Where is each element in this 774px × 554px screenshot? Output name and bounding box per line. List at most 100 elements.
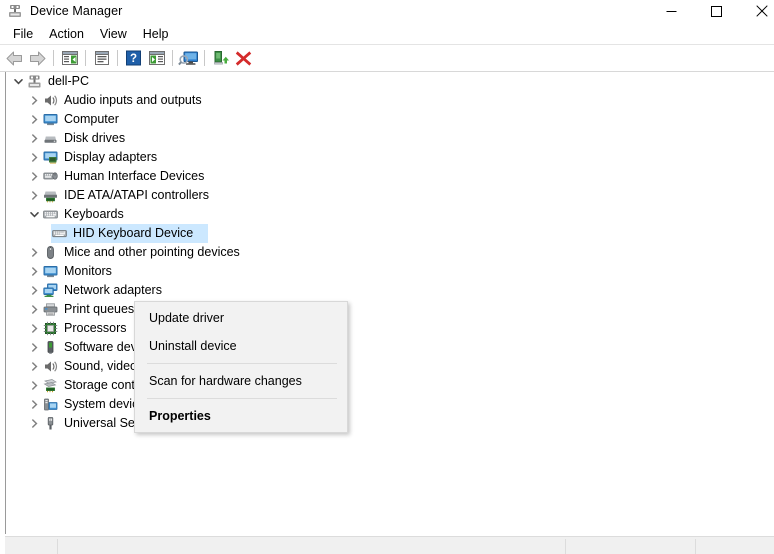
tree-node-mice-and-other-pointing-devices[interactable]: Mice and other pointing devices <box>6 243 774 262</box>
chevron-right-icon[interactable] <box>26 300 42 319</box>
chevron-right-icon[interactable] <box>26 129 42 148</box>
software-device-icon <box>42 340 59 356</box>
chevron-right-icon[interactable] <box>26 338 42 357</box>
chevron-right-icon[interactable] <box>26 243 42 262</box>
close-icon <box>755 5 768 17</box>
keyboard-device-icon <box>51 226 68 242</box>
properties-button[interactable] <box>90 47 113 69</box>
toolbar-separator <box>85 50 86 66</box>
context-menu-item-scan-for-hardware-changes[interactable]: Scan for hardware changes <box>135 367 347 395</box>
chevron-right-icon[interactable] <box>26 167 42 186</box>
chevron-right-icon[interactable] <box>26 91 42 110</box>
close-button[interactable] <box>739 0 774 22</box>
display-adapter-icon <box>42 150 59 166</box>
chevron-right-icon[interactable] <box>26 414 42 433</box>
chevron-right-icon[interactable] <box>26 395 42 414</box>
tree-node-computer[interactable]: Computer <box>6 110 774 129</box>
context-menu[interactable]: Update driver Uninstall device Scan for … <box>134 301 348 433</box>
toolbar-separator <box>172 50 173 66</box>
tree-node-label: Print queues <box>64 302 135 316</box>
status-bar-divider <box>565 539 566 554</box>
tree-node-processors[interactable]: Processors <box>6 319 774 338</box>
tree-node-ide-ata-atapi-controllers[interactable]: IDE ATA/ATAPI controllers <box>6 186 774 205</box>
speaker-icon <box>42 93 59 109</box>
help-button[interactable]: ? <box>122 47 145 69</box>
toolbar-separator <box>53 50 54 66</box>
ide-controller-icon <box>42 188 59 204</box>
context-menu-item-properties[interactable]: Properties <box>135 402 347 430</box>
disk-drive-icon <box>42 131 59 147</box>
status-bar <box>5 536 774 554</box>
window-title: Device Manager <box>30 4 123 18</box>
tree-node-print-queues[interactable]: Print queues <box>6 300 774 319</box>
menu-file[interactable]: File <box>5 25 41 43</box>
chevron-right-icon[interactable] <box>26 376 42 395</box>
chevron-right-icon[interactable] <box>26 110 42 129</box>
tree-node-label: Monitors <box>64 264 112 278</box>
printer-icon <box>42 302 59 318</box>
chevron-right-icon[interactable] <box>26 319 42 338</box>
chevron-right-icon[interactable] <box>26 148 42 167</box>
chevron-right-icon[interactable] <box>26 262 42 281</box>
tree-node-label: IDE ATA/ATAPI controllers <box>64 188 209 202</box>
update-driver-button[interactable] <box>209 47 232 69</box>
action-pane-icon <box>148 51 165 65</box>
device-manager-icon <box>7 3 23 19</box>
computer-root-icon <box>26 74 43 90</box>
menu-help[interactable]: Help <box>135 25 177 43</box>
context-menu-item-update-driver[interactable]: Update driver <box>135 304 347 332</box>
menu-view[interactable]: View <box>92 25 135 43</box>
tree-node-hid-keyboard-device[interactable]: HID Keyboard Device <box>6 224 774 243</box>
tree-node-disk-drives[interactable]: Disk drives <box>6 129 774 148</box>
processor-icon <box>42 321 59 337</box>
chevron-right-icon[interactable] <box>26 186 42 205</box>
menu-action[interactable]: Action <box>41 25 92 43</box>
tree-node-sound-video-and-game-controllers[interactable]: Sound, video and game controllers <box>6 357 774 376</box>
tree-node-label: Computer <box>64 112 119 126</box>
chevron-down-icon[interactable] <box>26 205 42 224</box>
tree-node-storage-controllers[interactable]: Storage controllers <box>6 376 774 395</box>
tree-node-monitors[interactable]: Monitors <box>6 262 774 281</box>
tree-node-label: Human Interface Devices <box>64 169 205 183</box>
tree-node-audio-inputs-and-outputs[interactable]: Audio inputs and outputs <box>6 91 774 110</box>
show-hide-action-pane-button[interactable] <box>145 47 168 69</box>
back-button[interactable] <box>3 47 26 69</box>
chevron-right-icon[interactable] <box>26 357 42 376</box>
properties-window-icon <box>94 51 109 65</box>
show-hide-console-tree-button[interactable] <box>58 47 81 69</box>
usb-icon <box>42 416 59 432</box>
tree-node-keyboards[interactable]: Keyboards <box>6 205 774 224</box>
tree-node-software-devices[interactable]: Software devices <box>6 338 774 357</box>
mouse-icon <box>42 245 59 261</box>
minimize-icon <box>666 10 677 12</box>
toolbar-separator <box>117 50 118 66</box>
chevron-right-icon[interactable] <box>26 281 42 300</box>
tree-node-human-interface-devices[interactable]: Human Interface Devices <box>6 167 774 186</box>
question-mark-icon: ? <box>126 50 141 66</box>
hid-icon <box>42 169 59 185</box>
minimize-button[interactable] <box>649 0 694 22</box>
storage-controller-icon <box>42 378 59 394</box>
keyboard-icon <box>42 207 59 223</box>
context-menu-item-uninstall-device[interactable]: Uninstall device <box>135 332 347 360</box>
forward-arrow-icon <box>30 51 46 65</box>
system-device-icon <box>42 397 59 413</box>
monitor-icon <box>42 264 59 280</box>
tree-node-dell-pc[interactable]: dell-PC <box>6 72 774 91</box>
device-tree[interactable]: dell-PC Audio inputs and outputs Compute… <box>5 72 774 534</box>
uninstall-device-button[interactable] <box>232 47 255 69</box>
tree-node-label: Audio inputs and outputs <box>64 93 202 107</box>
tree-node-display-adapters[interactable]: Display adapters <box>6 148 774 167</box>
chevron-down-icon[interactable] <box>10 72 26 91</box>
forward-button[interactable] <box>26 47 49 69</box>
scan-for-hardware-changes-button[interactable] <box>177 47 200 69</box>
tree-node-network-adapters[interactable]: Network adapters <box>6 281 774 300</box>
toolbar-separator <box>204 50 205 66</box>
speaker-icon <box>42 359 59 375</box>
network-adapter-icon <box>42 283 59 299</box>
tree-node-label: dell-PC <box>48 74 89 88</box>
tree-node-system-devices[interactable]: System devices <box>6 395 774 414</box>
update-driver-icon <box>214 50 229 64</box>
maximize-button[interactable] <box>694 0 739 22</box>
tree-node-universal-serial-bus-controllers[interactable]: Universal Serial Bus controllers <box>6 414 774 433</box>
